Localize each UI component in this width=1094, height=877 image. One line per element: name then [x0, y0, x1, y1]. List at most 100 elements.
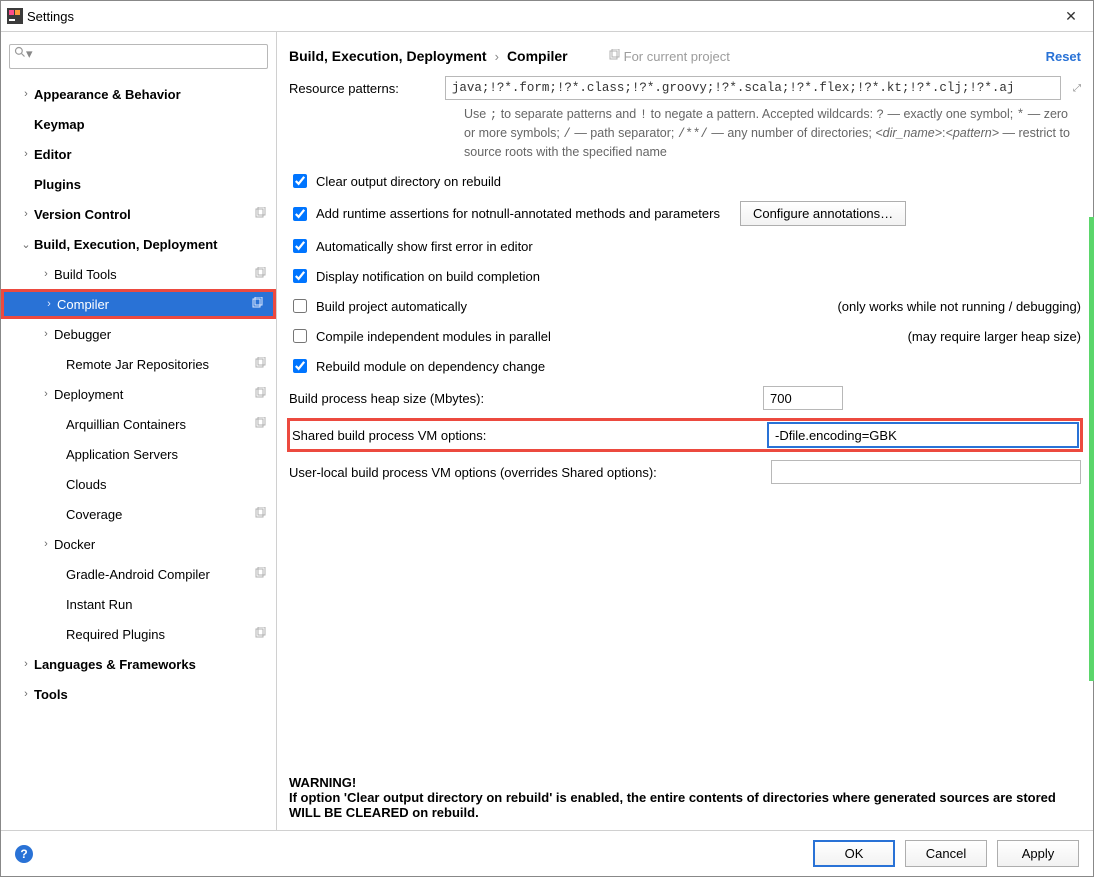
local-vm-input[interactable] [771, 460, 1081, 484]
tree-item-build-tools[interactable]: ›Build Tools [1, 259, 276, 289]
search-icon: ▾ [14, 46, 36, 61]
tree-item-label: Debugger [53, 327, 111, 342]
sidebar: ▾ ›Appearance & BehaviorKeymap›EditorPlu… [1, 32, 277, 830]
chevron-right-icon[interactable]: › [39, 268, 53, 280]
expand-icon[interactable]: ⤢ [1069, 83, 1081, 94]
tree-item-version-control[interactable]: ›Version Control [1, 199, 276, 229]
tree-item-label: Tools [33, 687, 68, 702]
tree-item-label: Languages & Frameworks [33, 657, 196, 672]
tree-item-compiler[interactable]: ›Compiler [1, 289, 276, 319]
search-input[interactable]: ▾ [9, 44, 268, 69]
window-title: Settings [23, 9, 74, 24]
tree-item-editor[interactable]: ›Editor [1, 139, 276, 169]
copy-icon [608, 49, 620, 64]
tree-item-debugger[interactable]: ›Debugger [1, 319, 276, 349]
chevron-right-icon[interactable]: › [39, 328, 53, 340]
ok-button[interactable]: OK [813, 840, 895, 867]
dialog-footer: ? OK Cancel Apply [1, 830, 1093, 876]
tree-item-label: Arquillian Containers [65, 417, 186, 432]
shared-vm-label: Shared build process VM options: [292, 428, 486, 443]
chevron-right-icon: › [495, 49, 499, 64]
tree-item-build-execution-deployment[interactable]: ⌄Build, Execution, Deployment [1, 229, 276, 259]
chk-clear-output[interactable]: Clear output directory on rebuild [289, 171, 501, 191]
shared-vm-input[interactable] [768, 423, 1078, 447]
tree-item-keymap[interactable]: Keymap [1, 109, 276, 139]
chevron-right-icon[interactable]: › [39, 388, 53, 400]
chk-auto-show-error[interactable]: Automatically show first error in editor [289, 236, 533, 256]
reset-link[interactable]: Reset [1046, 49, 1081, 64]
tree-item-appearance-behavior[interactable]: ›Appearance & Behavior [1, 79, 276, 109]
cancel-button[interactable]: Cancel [905, 840, 987, 867]
body: ▾ ›Appearance & BehaviorKeymap›EditorPlu… [1, 31, 1093, 830]
tree-item-label: Build, Execution, Deployment [33, 237, 217, 252]
tree-item-label: Editor [33, 147, 72, 162]
tree-item-label: Version Control [33, 207, 131, 222]
tree-item-plugins[interactable]: Plugins [1, 169, 276, 199]
breadcrumb: Build, Execution, Deployment › Compiler … [289, 42, 1081, 70]
titlebar: Settings ✕ [1, 1, 1093, 31]
chevron-right-icon[interactable]: › [19, 88, 33, 100]
resource-patterns-label: Resource patterns: [289, 81, 399, 96]
tree-item-deployment[interactable]: ›Deployment [1, 379, 276, 409]
chevron-right-icon[interactable]: › [19, 208, 33, 220]
tree-item-label: Appearance & Behavior [33, 87, 181, 102]
tree-item-remote-jar-repositories[interactable]: Remote Jar Repositories [1, 349, 276, 379]
tree-item-gradle-android-compiler[interactable]: Gradle-Android Compiler [1, 559, 276, 589]
chk-parallel-compile[interactable]: Compile independent modules in parallel [289, 326, 551, 346]
crumb-compiler: Compiler [507, 48, 568, 64]
settings-window: Settings ✕ ▾ ›Appearance & BehaviorKeyma… [0, 0, 1094, 877]
project-level-icon [254, 627, 266, 642]
shared-vm-row: Shared build process VM options: [287, 418, 1083, 452]
chevron-down-icon[interactable]: ⌄ [19, 238, 33, 251]
app-icon [7, 8, 23, 24]
tree-item-label: Instant Run [65, 597, 133, 612]
project-level-icon [254, 507, 266, 522]
tree-item-languages-frameworks[interactable]: ›Languages & Frameworks [1, 649, 276, 679]
resource-patterns-input[interactable] [445, 76, 1061, 100]
tree-item-coverage[interactable]: Coverage [1, 499, 276, 529]
heap-size-input[interactable] [763, 386, 843, 410]
project-level-icon [254, 357, 266, 372]
chevron-right-icon[interactable]: › [19, 658, 33, 670]
tree-item-docker[interactable]: ›Docker [1, 529, 276, 559]
for-project-label: For current project [608, 49, 730, 64]
chk-build-auto[interactable]: Build project automatically [289, 296, 467, 316]
chk-rebuild-dep[interactable]: Rebuild module on dependency change [289, 356, 545, 376]
chevron-right-icon[interactable]: › [42, 298, 56, 310]
modified-indicator [1089, 217, 1094, 681]
help-icon[interactable]: ? [15, 845, 33, 863]
tree-item-label: Required Plugins [65, 627, 165, 642]
tree-item-application-servers[interactable]: Application Servers [1, 439, 276, 469]
chevron-right-icon[interactable]: › [39, 538, 53, 550]
chevron-right-icon[interactable]: › [19, 688, 33, 700]
apply-button[interactable]: Apply [997, 840, 1079, 867]
project-level-icon [254, 387, 266, 402]
tree-item-label: Application Servers [65, 447, 178, 462]
tree-item-tools[interactable]: ›Tools [1, 679, 276, 709]
tree-item-arquillian-containers[interactable]: Arquillian Containers [1, 409, 276, 439]
tree-item-label: Deployment [53, 387, 123, 402]
tree-item-required-plugins[interactable]: Required Plugins [1, 619, 276, 649]
chevron-right-icon[interactable]: › [19, 148, 33, 160]
crumb-build[interactable]: Build, Execution, Deployment [289, 48, 487, 64]
project-level-icon [254, 417, 266, 432]
tree-item-instant-run[interactable]: Instant Run [1, 589, 276, 619]
tree-item-label: Remote Jar Repositories [65, 357, 209, 372]
chk-runtime-assertions[interactable]: Add runtime assertions for notnull-annot… [289, 204, 720, 224]
content-panel: Build, Execution, Deployment › Compiler … [277, 32, 1093, 830]
heap-size-label: Build process heap size (Mbytes): [289, 391, 484, 406]
chk-build-auto-note: (only works while not running / debuggin… [837, 299, 1081, 314]
project-level-icon [254, 567, 266, 582]
project-level-icon [254, 207, 266, 222]
tree-item-label: Gradle-Android Compiler [65, 567, 210, 582]
chk-build-notification[interactable]: Display notification on build completion [289, 266, 540, 286]
search-field[interactable] [36, 45, 256, 62]
tree-item-label: Compiler [56, 297, 109, 312]
configure-annotations-button[interactable]: Configure annotations… [740, 201, 906, 226]
resource-patterns-help: Use ; to separate patterns and ! to nega… [289, 105, 1081, 161]
local-vm-label: User-local build process VM options (ove… [289, 465, 657, 480]
tree-item-clouds[interactable]: Clouds [1, 469, 276, 499]
project-level-icon [251, 297, 263, 312]
settings-tree[interactable]: ›Appearance & BehaviorKeymap›EditorPlugi… [1, 75, 276, 824]
close-button[interactable]: ✕ [1049, 1, 1093, 31]
